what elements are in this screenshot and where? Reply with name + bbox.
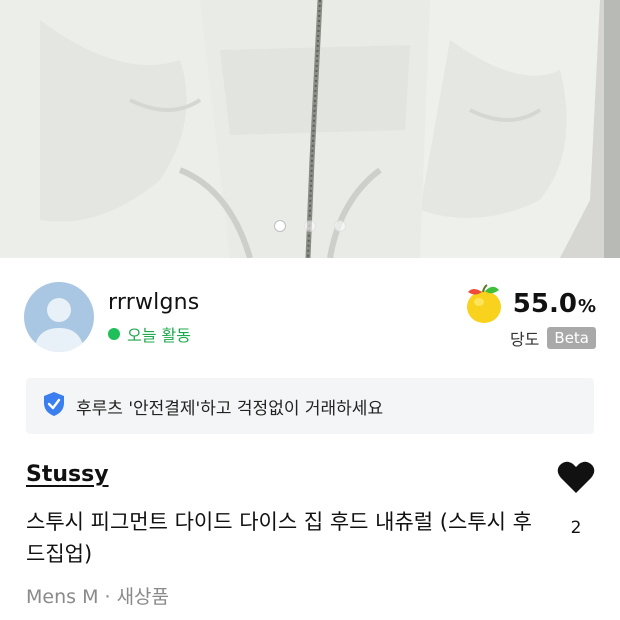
activity-status: 오늘 활동: [108, 322, 191, 346]
seller-name[interactable]: rrrwlgns: [108, 290, 199, 315]
shield-check-icon: [42, 391, 66, 421]
carousel-dot[interactable]: [304, 220, 316, 232]
product-meta: Mens M · 새상품: [26, 586, 170, 608]
carousel-dot[interactable]: [274, 220, 286, 232]
score-label: 당도: [509, 330, 540, 349]
activity-label: 오늘 활동: [127, 326, 191, 345]
like-count: 2: [570, 518, 582, 538]
score-unit: %: [577, 296, 596, 317]
safe-payment-text: 후루츠 '안전결제'하고 걱정없이 거래하세요: [76, 398, 384, 419]
product-title: 스투시 피그먼트 다이드 다이스 집 후드 내츄럴 (스투시 후드집업): [26, 510, 532, 566]
carousel-indicator: [0, 220, 620, 232]
default-avatar-icon: [34, 298, 84, 352]
like-button[interactable]: 2: [554, 460, 598, 538]
product-image-carousel[interactable]: [0, 0, 620, 258]
heart-icon[interactable]: [557, 460, 595, 498]
score-value: 55.0: [512, 289, 577, 319]
safe-payment-banner[interactable]: 후루츠 '안전결제'하고 걱정없이 거래하세요: [26, 378, 594, 434]
beta-badge: Beta: [547, 327, 596, 349]
carousel-dot[interactable]: [334, 220, 346, 232]
online-dot-icon: [108, 328, 120, 340]
brand-link[interactable]: Stussy: [26, 462, 109, 487]
seller-profile[interactable]: rrrwlgns 오늘 활동 55.0% 당도 Beta: [24, 282, 596, 356]
avatar[interactable]: [24, 282, 94, 352]
apple-icon: [463, 284, 505, 324]
score-label-row: 당도 Beta: [510, 326, 596, 350]
sweetness-score: 55.0%: [463, 284, 596, 324]
